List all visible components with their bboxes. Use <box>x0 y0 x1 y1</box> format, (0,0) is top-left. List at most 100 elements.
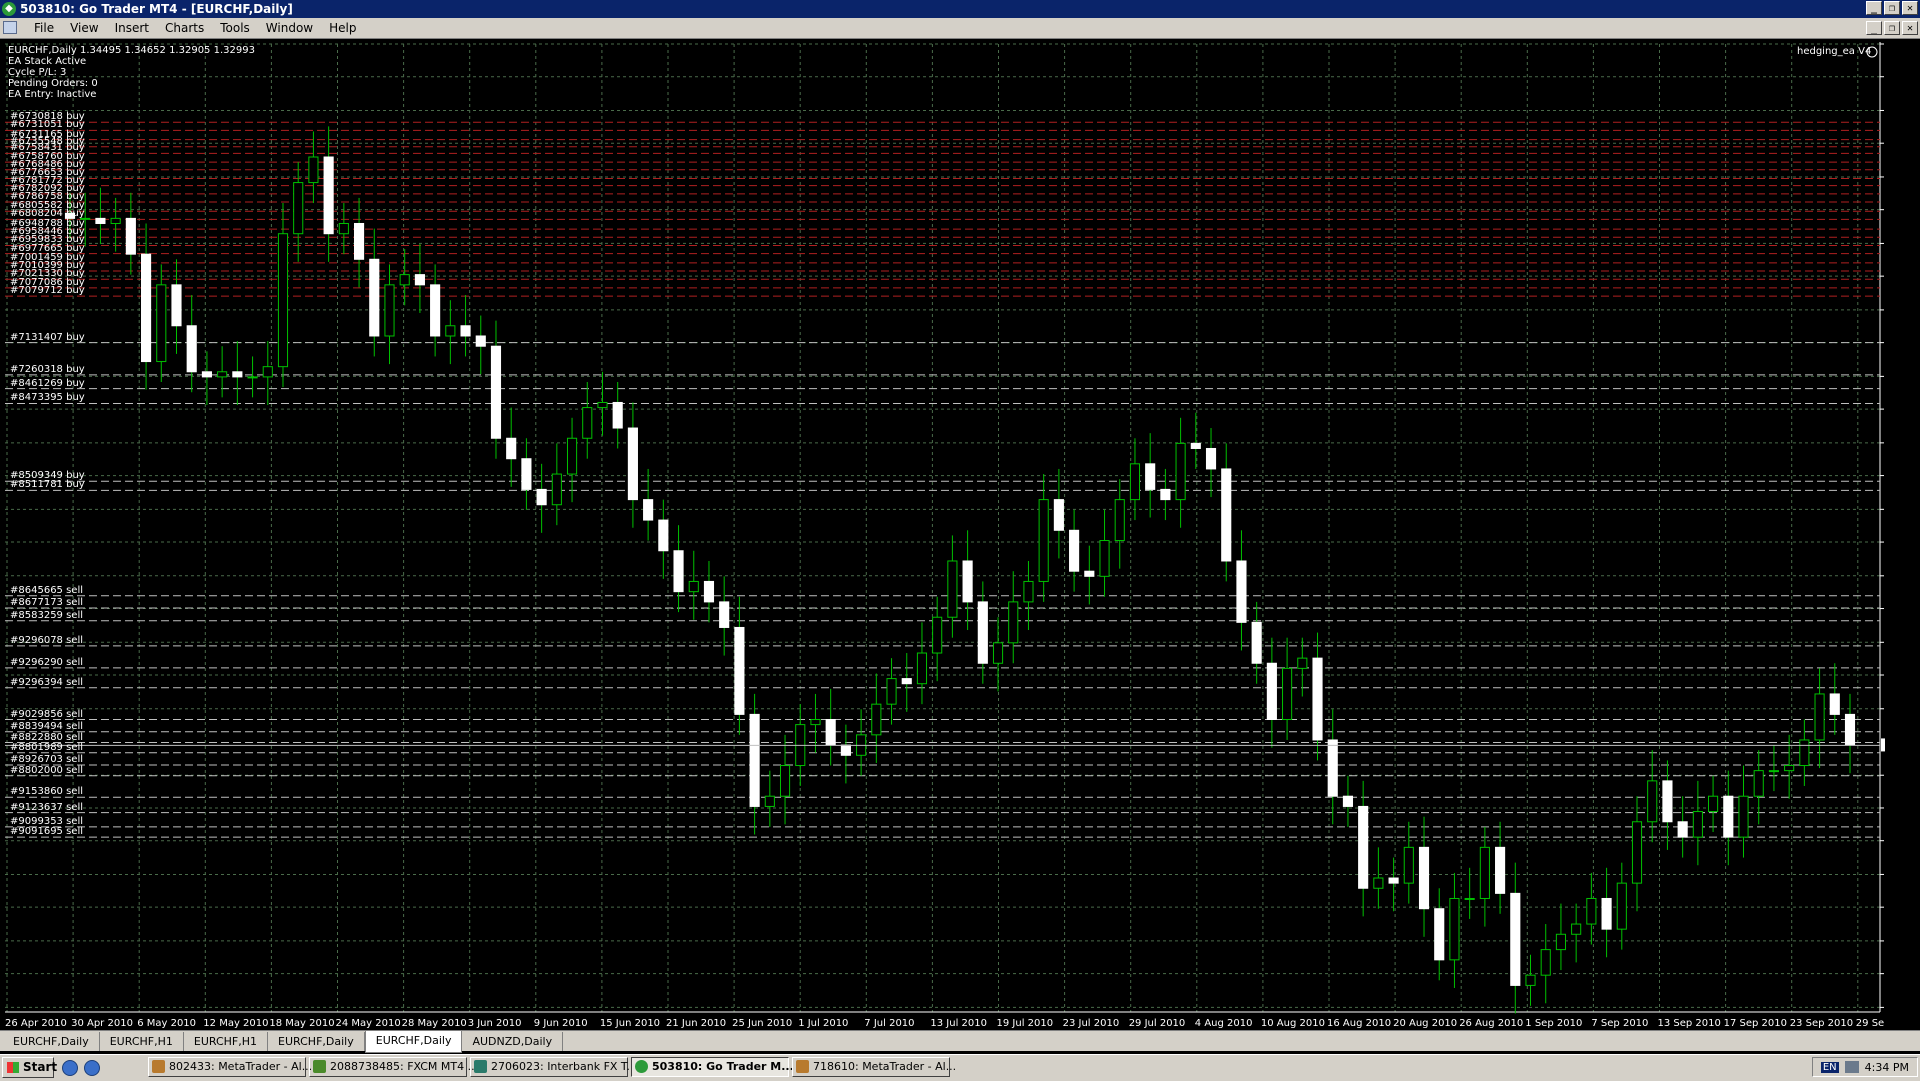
x-tick-label: 20 Aug 2010 <box>1393 1018 1457 1029</box>
internet-explorer-icon[interactable] <box>84 1060 100 1076</box>
menu-charts[interactable]: Charts <box>157 21 212 35</box>
app-icon <box>474 1060 487 1073</box>
candle-bull <box>566 437 578 475</box>
language-indicator[interactable]: EN <box>1820 1061 1839 1073</box>
taskbar-item-label: 802433: MetaTrader - Al... <box>169 1060 313 1073</box>
chart-tab[interactable]: AUDNZD,Daily <box>462 1032 564 1051</box>
candle-bear <box>1844 713 1856 746</box>
clock[interactable]: 4:34 PM <box>1865 1061 1909 1074</box>
candle-bear <box>490 345 502 439</box>
candle-bear <box>658 519 669 552</box>
app-icon <box>313 1060 326 1073</box>
candle-bear <box>536 488 547 506</box>
ea-info-line-1: EA Stack Active <box>8 56 87 67</box>
order-label: #9296290 sell <box>10 656 84 668</box>
menu-help[interactable]: Help <box>321 21 364 35</box>
price-chart[interactable]: 1.467101.460701.454101.447701.441101.434… <box>5 42 1885 1030</box>
window-title: 503810: Go Trader MT4 - [EURCHF,Daily] <box>20 2 293 16</box>
chart-tab[interactable]: EURCHF,Daily <box>3 1032 100 1051</box>
candle-bull <box>1571 923 1582 935</box>
candle-bull <box>338 222 349 235</box>
title-bar: ◆ 503810: Go Trader MT4 - [EURCHF,Daily]… <box>0 0 1920 18</box>
taskbar: Start 802433: MetaTrader - Al... 2088738… <box>0 1054 1920 1081</box>
x-tick-label: 16 Aug 2010 <box>1327 1018 1391 1029</box>
candle-bull <box>947 560 958 618</box>
window-controls: _ ❐ ✕ <box>1866 1 1918 15</box>
x-tick-label: 24 May 2010 <box>336 1018 401 1029</box>
taskbar-item-active[interactable]: 503810: Go Trader M... <box>631 1057 794 1077</box>
candle-bull <box>1023 580 1034 603</box>
order-label: #8461269 buy <box>10 377 85 389</box>
taskbar-item[interactable]: 802433: MetaTrader - Al... <box>148 1057 312 1077</box>
x-tick-label: 12 May 2010 <box>203 1018 268 1029</box>
candle-bull <box>1099 540 1110 577</box>
child-close-button[interactable]: ✕ <box>1902 21 1918 35</box>
restore-button[interactable]: ❐ <box>1884 1 1900 15</box>
candle-bear <box>719 601 730 628</box>
menu-insert[interactable]: Insert <box>107 21 157 35</box>
child-minimize-button[interactable]: _ <box>1866 21 1882 35</box>
document-icon[interactable] <box>3 21 17 34</box>
x-tick-label: 4 Aug 2010 <box>1195 1018 1253 1029</box>
menu-window[interactable]: Window <box>258 21 321 35</box>
x-tick-label: 29 Sep 2010 <box>1856 1018 1885 1029</box>
candle-bull <box>582 407 593 439</box>
x-tick-label: 15 Jun 2010 <box>600 1018 660 1029</box>
candle-bull <box>262 366 273 378</box>
candle-bull <box>779 765 791 797</box>
menu-view[interactable]: View <box>62 21 106 35</box>
candle-bear <box>323 156 334 235</box>
candle-bear <box>1388 877 1399 884</box>
candle-bear <box>95 217 106 224</box>
chart-tab[interactable]: EURCHF,H1 <box>184 1032 269 1051</box>
taskbar-item[interactable]: 2706023: Interbank FX T... <box>470 1057 637 1077</box>
candle-bear <box>1312 657 1323 741</box>
chart-canvas[interactable]: 1.467101.460701.454101.447701.441101.434… <box>5 42 1885 1030</box>
menu-file[interactable]: File <box>26 21 62 35</box>
candle-bull <box>277 233 289 368</box>
candle-bull <box>1038 499 1049 582</box>
candle-bear <box>171 284 182 327</box>
x-tick-label: 3 Jun 2010 <box>468 1018 522 1029</box>
candle-bull <box>871 703 882 736</box>
order-label: #9153860 sell <box>10 786 84 798</box>
candle-bear <box>521 458 532 490</box>
candle-bull <box>1540 949 1551 976</box>
taskbar-item[interactable]: 2088738485: FXCM MT4 ... <box>309 1057 478 1077</box>
chart-header: EURCHF,Daily 1.34495 1.34652 1.32905 1.3… <box>8 45 255 56</box>
candle-bull <box>1799 739 1810 767</box>
candle-bear <box>1418 846 1430 910</box>
candle-bull <box>1403 846 1414 884</box>
order-label: #8926703 sell <box>10 754 84 765</box>
chart-tab[interactable]: EURCHF,Daily <box>268 1032 365 1051</box>
candle-bear <box>825 719 836 746</box>
candle-bull <box>1753 770 1764 797</box>
minimize-button[interactable]: _ <box>1866 1 1882 15</box>
start-button[interactable]: Start <box>2 1057 57 1078</box>
taskbar-item[interactable]: 718610: MetaTrader - Al... <box>792 1057 956 1077</box>
candle-bear <box>1084 570 1095 577</box>
browser-icon[interactable] <box>62 1060 78 1076</box>
chart-tab[interactable]: EURCHF,H1 <box>100 1032 184 1051</box>
candle-bear <box>643 499 654 521</box>
candle-bull <box>1525 974 1536 986</box>
x-tick-label: 29 Jul 2010 <box>1129 1018 1186 1029</box>
metatrader-icon: ◆ <box>2 2 16 16</box>
candle-bull <box>597 401 608 409</box>
candle-bear <box>901 678 912 685</box>
menu-tools[interactable]: Tools <box>212 21 258 35</box>
chart-tab-active[interactable]: EURCHF,Daily <box>364 1031 463 1053</box>
ea-info-line-4: EA Entry: Inactive <box>8 89 97 100</box>
x-tick-label: 26 Apr 2010 <box>5 1018 67 1029</box>
candle-bull <box>1175 442 1186 501</box>
order-label: #8802000 sell <box>10 764 84 776</box>
candle-bear <box>673 550 684 593</box>
child-restore-button[interactable]: ❐ <box>1884 21 1900 35</box>
close-button[interactable]: ✕ <box>1902 1 1918 15</box>
candle-bull <box>1768 770 1779 773</box>
network-icon[interactable] <box>1844 1061 1859 1073</box>
current-price-label: 1.32993 <box>1884 741 1885 752</box>
app-icon <box>635 1060 648 1073</box>
x-tick-label: 25 Jun 2010 <box>732 1018 792 1029</box>
candle-bear <box>734 626 745 715</box>
